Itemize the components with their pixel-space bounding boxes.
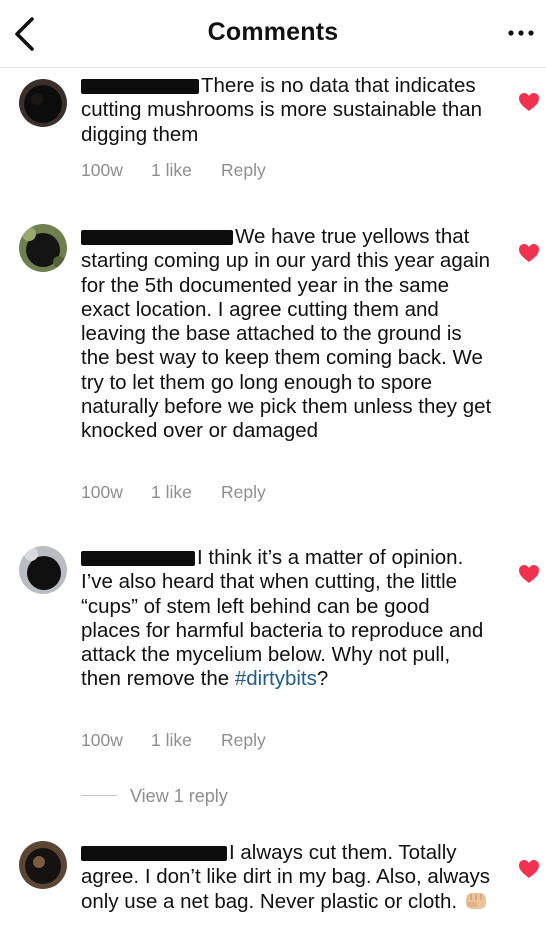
hashtag-link[interactable]: #dirtybits — [235, 667, 317, 690]
page-title: Comments — [207, 18, 339, 46]
view-replies-label: View 1 reply — [130, 786, 228, 806]
avatar[interactable] — [19, 841, 67, 889]
avatar[interactable] — [19, 224, 67, 272]
heart-icon[interactable] — [518, 564, 540, 584]
fist-icon — [463, 890, 489, 912]
heart-icon[interactable] — [518, 243, 540, 263]
top-bar: Comments — [0, 0, 546, 68]
like-count[interactable]: 1 like — [151, 482, 221, 503]
comment-timestamp: 100w — [81, 160, 123, 180]
comment-meta: 100w 1 like Reply — [81, 730, 266, 751]
reply-button[interactable]: Reply — [221, 160, 266, 181]
replies-divider — [81, 795, 117, 796]
comment-meta: 100w 1 like Reply — [81, 160, 266, 181]
like-count[interactable]: 1 like — [151, 730, 221, 751]
redacted-username — [81, 230, 233, 245]
redacted-username — [81, 846, 227, 861]
comment-text: I always cut them. Totally agree. I don’… — [81, 841, 491, 913]
reply-button[interactable]: Reply — [221, 482, 266, 503]
comment-meta: 100w 1 like Reply — [81, 482, 266, 503]
redacted-username — [81, 79, 199, 94]
heart-icon[interactable] — [518, 859, 540, 879]
avatar[interactable] — [19, 79, 67, 127]
comment-timestamp: 100w — [81, 482, 123, 502]
comment-timestamp: 100w — [81, 730, 123, 750]
avatar[interactable] — [19, 546, 67, 594]
comment-text: I think it’s a matter of opinion. I’ve a… — [81, 546, 484, 691]
heart-icon[interactable] — [518, 92, 540, 112]
header-divider — [0, 67, 546, 68]
more-horizontal-icon[interactable] — [506, 18, 536, 48]
reply-button[interactable]: Reply — [221, 730, 266, 751]
comment-text: We have true yellows that starting comin… — [81, 225, 492, 443]
redacted-username — [81, 551, 195, 566]
like-count[interactable]: 1 like — [151, 160, 221, 181]
comment-text: There is no data that indicates cutting … — [81, 74, 483, 146]
